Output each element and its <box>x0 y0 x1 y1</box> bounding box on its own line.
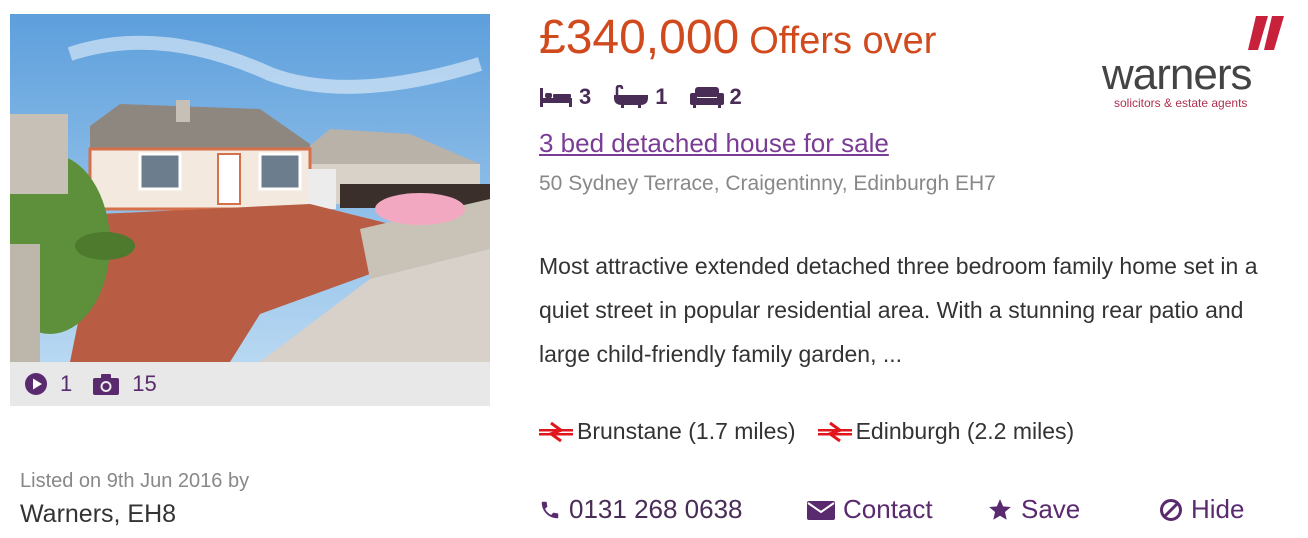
price-amount: £340,000 <box>539 11 740 64</box>
camera-icon <box>93 374 120 395</box>
envelope-icon <box>807 500 835 520</box>
agent-name: Warners, EH8 <box>20 500 177 528</box>
listing-description: Most attractive extended detached three … <box>539 253 1258 367</box>
contact-label: Contact <box>843 494 933 524</box>
logo-mark-icon <box>1248 16 1284 50</box>
star-icon <box>989 498 1011 520</box>
phone-icon <box>541 501 559 518</box>
property-photo[interactable] <box>10 14 490 362</box>
photo-count-value: 15 <box>132 371 157 396</box>
nearest-stations: Brunstane (1.7 miles) Edinburgh (2.2 mil… <box>539 418 1096 445</box>
block-icon <box>1160 498 1182 521</box>
reception-count: 2 <box>729 84 742 109</box>
feature-receptions: 2 <box>689 84 742 110</box>
bath-icon <box>614 85 649 108</box>
logo-wordmark: warners <box>1102 50 1252 99</box>
phone-number: 0131 268 0638 <box>569 494 743 524</box>
bed-icon <box>540 88 572 107</box>
video-count[interactable]: 1 <box>24 371 78 397</box>
save-label: Save <box>1021 494 1081 524</box>
station-item: Edinburgh (2.2 miles) <box>817 418 1075 445</box>
station-item: Brunstane (1.7 miles) <box>539 418 796 445</box>
listing-title-link[interactable]: 3 bed detached house for sale <box>539 128 889 159</box>
station-label: Brunstane (1.7 miles) <box>577 418 796 444</box>
listing-actions: 0131 268 0638 Contact Save Hide <box>539 494 1279 528</box>
station-label: Edinburgh (2.2 miles) <box>855 418 1075 444</box>
save-button[interactable]: Save <box>987 494 1080 525</box>
listed-date: Listed on 9th Jun 2016 by <box>20 470 250 492</box>
media-count-bar: 1 15 <box>10 362 490 406</box>
feature-bathrooms: 1 <box>613 84 668 110</box>
photo-count[interactable]: 15 <box>92 371 162 397</box>
phone-link[interactable]: 0131 268 0638 <box>539 494 743 525</box>
bathroom-count: 1 <box>655 84 668 109</box>
bedroom-count: 3 <box>579 84 592 109</box>
rail-icon <box>817 421 852 442</box>
agent-logo[interactable]: warners solicitors & estate agents <box>1100 16 1290 116</box>
logo-tagline: solicitors & estate agents <box>1114 96 1248 110</box>
price: £340,000 Offers over <box>539 10 936 65</box>
rail-icon <box>539 421 573 442</box>
hide-button[interactable]: Hide <box>1159 494 1244 525</box>
listing-address: 50 Sydney Terrace, Craigentinny, Edinbur… <box>539 172 996 195</box>
play-icon <box>25 373 47 395</box>
price-qualifier: Offers over <box>749 20 937 62</box>
video-count-value: 1 <box>60 371 73 396</box>
property-features: 3 1 2 <box>539 84 764 110</box>
sofa-icon <box>689 87 724 108</box>
hide-label: Hide <box>1191 494 1245 524</box>
contact-button[interactable]: Contact <box>807 494 933 525</box>
feature-bedrooms: 3 <box>539 84 591 110</box>
